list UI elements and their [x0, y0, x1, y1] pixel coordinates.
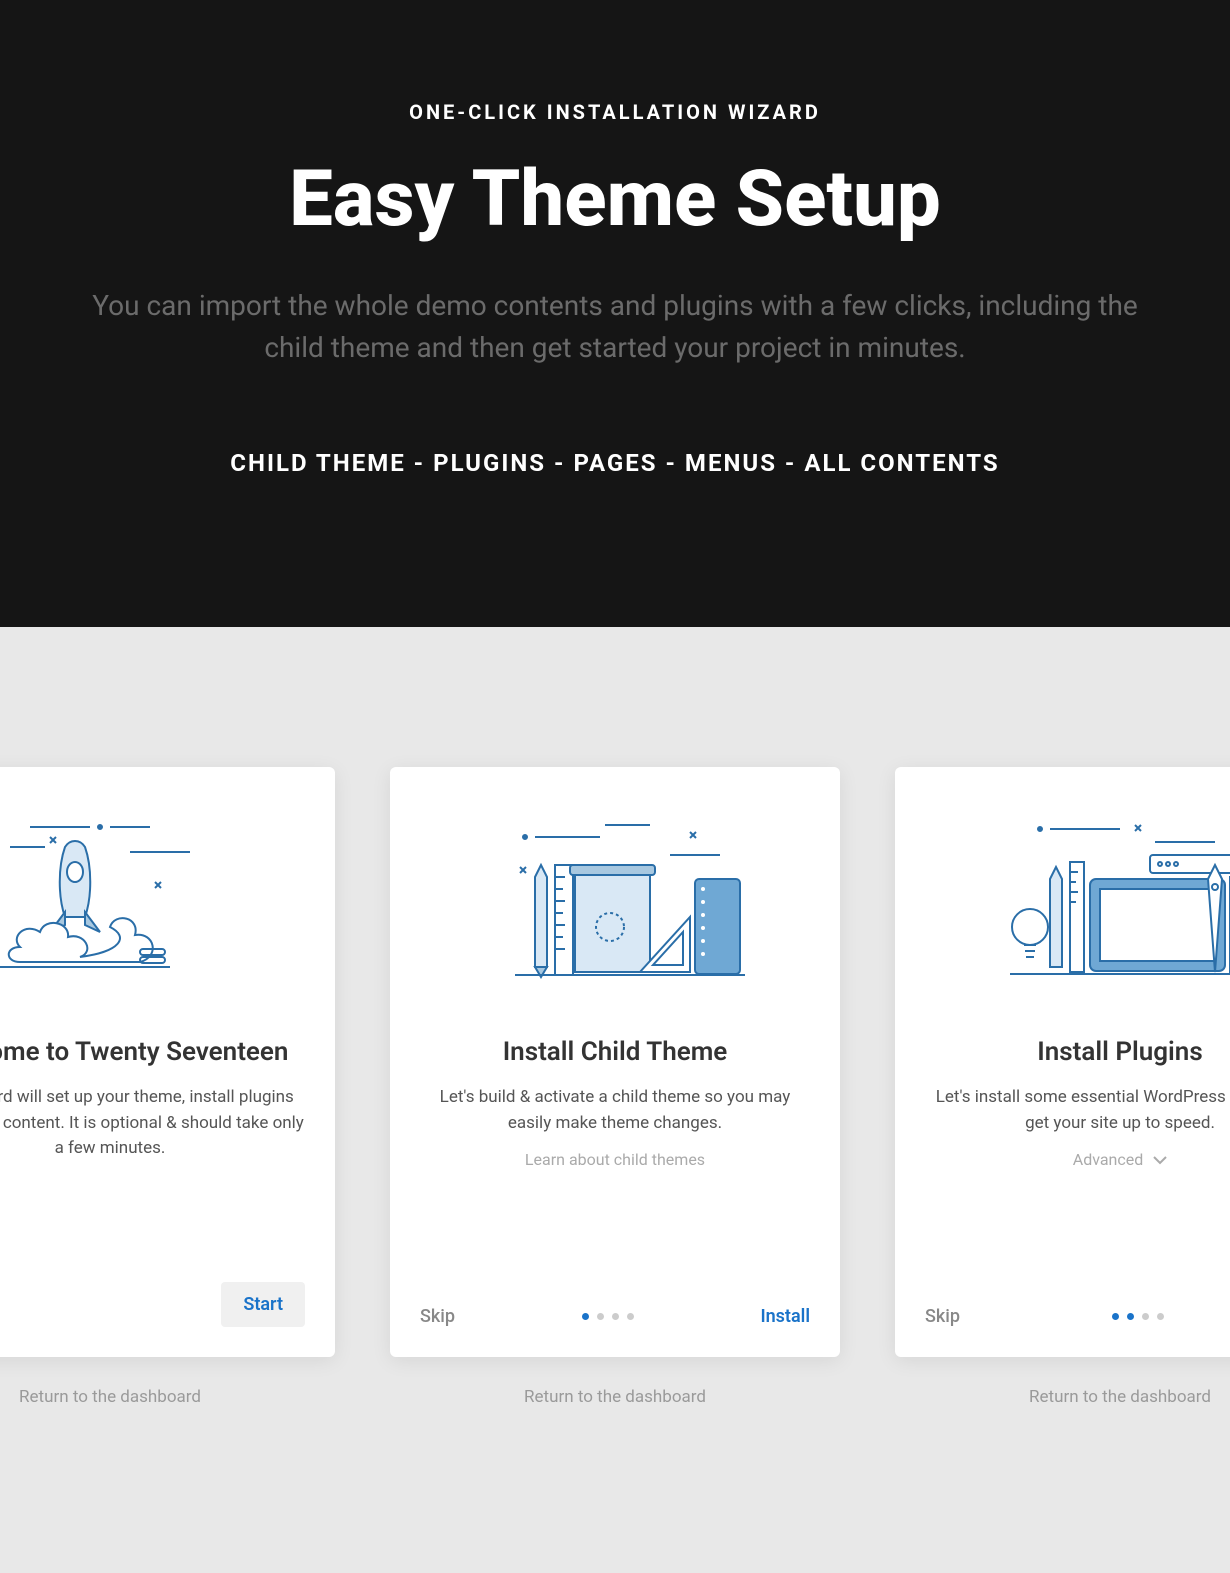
dot	[627, 1313, 634, 1320]
dot	[1127, 1313, 1134, 1320]
devices-illustration	[895, 767, 1230, 1017]
wizard-card-child-theme: Install Child Theme Let's build & activa…	[390, 767, 840, 1357]
wizard-card-plugins: Install Plugins Let's install some essen…	[895, 767, 1230, 1357]
card-description: Let's install some essential WordPress p…	[925, 1085, 1230, 1136]
hero-title: Easy Theme Setup	[40, 154, 1190, 245]
hero-features: CHILD THEME - PLUGINS - PAGES - MENUS - …	[40, 449, 1190, 477]
hero-eyebrow: ONE-CLICK INSTALLATION WIZARD	[40, 100, 1190, 124]
progress-dots	[1112, 1313, 1164, 1320]
return-dashboard-link[interactable]: Return to the dashboard	[19, 1387, 201, 1407]
card-wrap-plugins: Install Plugins Let's install some essen…	[895, 767, 1230, 1407]
card-description: This wizard will set up your theme, inst…	[0, 1085, 305, 1162]
progress-dots	[582, 1313, 634, 1320]
advanced-label: Advanced	[1073, 1150, 1144, 1169]
card-wrap-welcome: Welcome to Twenty Seventeen This wizard …	[0, 767, 335, 1407]
advanced-toggle[interactable]: Advanced	[925, 1150, 1230, 1169]
card-footer: Skip	[895, 1281, 1230, 1357]
card-wrap-child-theme: Install Child Theme Let's build & activa…	[390, 767, 840, 1407]
learn-link[interactable]: Learn about child themes	[420, 1150, 810, 1169]
skip-button[interactable]: Skip	[925, 1306, 960, 1327]
card-description: Let's build & activate a child theme so …	[420, 1085, 810, 1136]
tools-illustration	[390, 767, 840, 1017]
start-button[interactable]: Start	[221, 1282, 305, 1327]
hero-description: You can import the whole demo contents a…	[90, 285, 1140, 369]
rocket-illustration	[0, 767, 335, 1017]
card-title: Install Child Theme	[410, 1037, 820, 1067]
install-button[interactable]: Install	[760, 1306, 810, 1327]
dot	[582, 1313, 589, 1320]
dot	[612, 1313, 619, 1320]
hero-section: ONE-CLICK INSTALLATION WIZARD Easy Theme…	[0, 0, 1230, 627]
return-dashboard-link[interactable]: Return to the dashboard	[524, 1387, 706, 1407]
dot	[1142, 1313, 1149, 1320]
return-dashboard-link[interactable]: Return to the dashboard	[1029, 1387, 1211, 1407]
skip-button[interactable]: Skip	[420, 1306, 455, 1327]
card-footer: Start	[0, 1257, 335, 1357]
dot	[1112, 1313, 1119, 1320]
wizard-cards-section: Welcome to Twenty Seventeen This wizard …	[0, 627, 1230, 1487]
card-title: Install Plugins	[915, 1037, 1230, 1067]
card-title: Welcome to Twenty Seventeen	[0, 1037, 315, 1067]
chevron-down-icon	[1153, 1150, 1167, 1169]
cards-row: Welcome to Twenty Seventeen This wizard …	[0, 767, 1230, 1407]
dot	[1157, 1313, 1164, 1320]
card-footer: Skip Install	[390, 1281, 840, 1357]
dot	[597, 1313, 604, 1320]
wizard-card-welcome: Welcome to Twenty Seventeen This wizard …	[0, 767, 335, 1357]
